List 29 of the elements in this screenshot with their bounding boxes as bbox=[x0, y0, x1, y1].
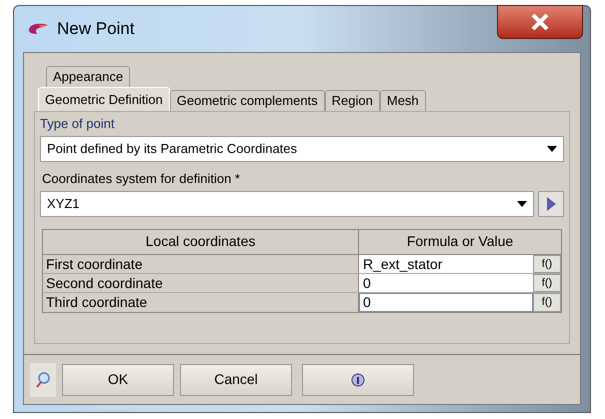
formula-button[interactable]: f() bbox=[533, 292, 561, 312]
dropdown-arrow-icon[interactable] bbox=[517, 200, 527, 206]
app-logo-icon bbox=[27, 22, 49, 36]
close-icon bbox=[531, 14, 549, 30]
play-button[interactable] bbox=[538, 190, 564, 216]
close-button[interactable] bbox=[497, 5, 583, 39]
column-header: Local coordinates bbox=[43, 230, 359, 254]
dropdown-arrow-icon[interactable] bbox=[547, 146, 557, 152]
tab[interactable]: Geometric complements bbox=[170, 90, 325, 111]
value-field[interactable]: 0 bbox=[359, 274, 533, 292]
value-field[interactable]: 0 bbox=[359, 292, 533, 312]
dialog-button[interactable]: Cancel bbox=[180, 364, 292, 396]
coordinate-system-dropdown[interactable]: XYZ1 bbox=[40, 190, 534, 216]
magnifier-icon bbox=[35, 370, 51, 388]
tab[interactable]: Geometric Definition bbox=[38, 87, 170, 111]
formula-button[interactable]: f() bbox=[533, 254, 561, 272]
value-field[interactable]: R_ext_stator bbox=[359, 254, 533, 272]
point-type-dropdown[interactable]: Point defined by its Parametric Coordinates bbox=[40, 136, 564, 162]
preview-button[interactable] bbox=[30, 362, 56, 396]
dialog-button[interactable]: OK bbox=[62, 364, 174, 396]
tab[interactable]: Appearance bbox=[46, 66, 130, 87]
column-header: Formula or Value bbox=[406, 232, 514, 251]
formula-button[interactable]: f() bbox=[533, 274, 561, 292]
tab[interactable]: Mesh bbox=[380, 90, 426, 111]
field-label: Coordinates system for definition * bbox=[41, 170, 241, 188]
play-icon bbox=[546, 196, 556, 210]
window-title: New Point bbox=[57, 18, 134, 40]
info-icon bbox=[351, 372, 365, 386]
tab[interactable]: Region bbox=[324, 90, 380, 111]
